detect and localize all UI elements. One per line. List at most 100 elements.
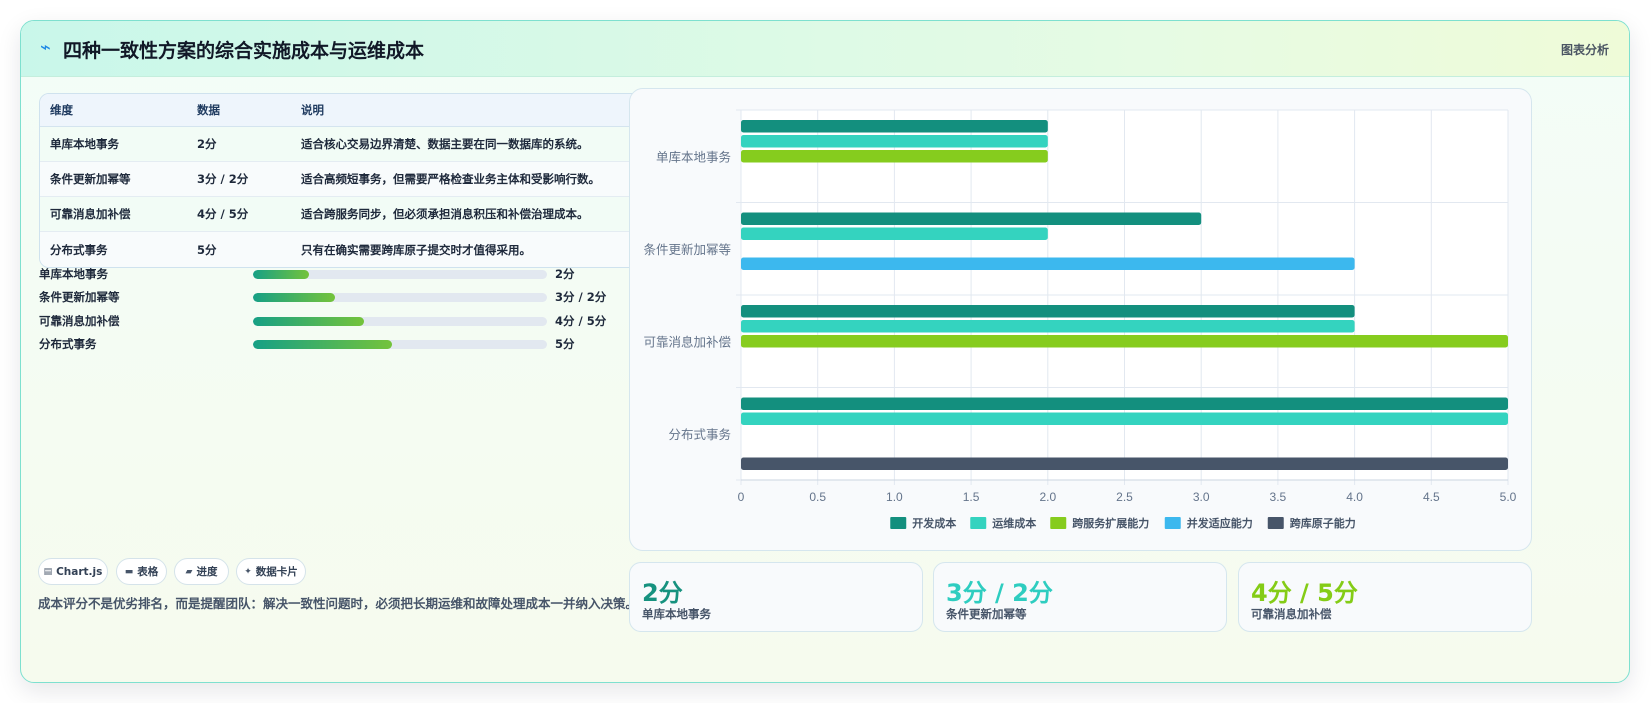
x-tick-label: 3.5 bbox=[1270, 490, 1287, 504]
x-tick-label: 0.5 bbox=[809, 490, 826, 504]
progress-fill bbox=[253, 340, 392, 349]
stat-value: 3分 / 2分 bbox=[946, 579, 1053, 607]
card-header: ⌁ 四种一致性方案的综合实施成本与运维成本 图表分析 bbox=[21, 21, 1629, 77]
table-row: 单库本地事务 2分 适合核心交易边界清楚、数据主要在同一数据库的系统。 bbox=[40, 127, 645, 162]
sparkle-icon: ✦ bbox=[244, 566, 252, 577]
legend-label: 并发适应能力 bbox=[1187, 516, 1253, 530]
bar-chart: 0 0.5 1.0 1.5 2.0 2.5 3.0 3.5 4.0 4.5 5.0 单库本地事务条件更… bbox=[643, 109, 1517, 530]
table-icon: ▬ bbox=[124, 566, 134, 577]
row-dimension: 条件更新加幂等 bbox=[50, 172, 131, 186]
row-description: 适合高频短事务，但需要严格检查业务主体和受影响行数。 bbox=[301, 172, 600, 186]
chip-chartjs[interactable]: ▤ Chart.js bbox=[38, 558, 108, 585]
chip-label: Chart.js bbox=[56, 565, 103, 578]
chart-analysis-link[interactable]: 图表分析 bbox=[1561, 41, 1609, 58]
lightning-icon: ⌁ bbox=[40, 37, 51, 58]
progress-value: 2分 bbox=[555, 267, 575, 281]
progress-value: 4分 / 5分 bbox=[555, 314, 607, 328]
progress-label: 单库本地事务 bbox=[39, 267, 108, 281]
category-label: 可靠消息加补偿 bbox=[643, 334, 731, 349]
progress-value: 5分 bbox=[555, 337, 575, 351]
progress-label: 条件更新加幂等 bbox=[39, 290, 120, 304]
legend-swatch bbox=[1267, 517, 1284, 529]
column-header: 数据 bbox=[197, 103, 220, 117]
chip-progress[interactable]: ▰ 进度 bbox=[174, 558, 229, 585]
x-tick-label: 1.5 bbox=[963, 490, 980, 504]
table-header: 维度 数据 说明 bbox=[40, 94, 645, 127]
category-label: 分布式事务 bbox=[668, 427, 731, 442]
category-label: 条件更新加幂等 bbox=[643, 242, 731, 257]
stat-label: 条件更新加幂等 bbox=[946, 607, 1027, 621]
row-description: 只有在确实需要跨库原子提交时才值得采用。 bbox=[301, 242, 531, 257]
bar bbox=[741, 335, 1508, 348]
progress-item: 条件更新加幂等 3分 / 2分 bbox=[39, 287, 646, 305]
x-tick-label: 4.0 bbox=[1346, 490, 1363, 504]
bar bbox=[741, 305, 1355, 318]
x-tick-label: 2.0 bbox=[1039, 490, 1056, 504]
x-tick-label: 0 bbox=[738, 490, 745, 504]
legend-swatch bbox=[1050, 517, 1067, 529]
bar bbox=[741, 412, 1508, 425]
stat-value: 4分 / 5分 bbox=[1251, 579, 1358, 607]
row-value: 2分 bbox=[197, 137, 217, 151]
row-description: 适合跨服务同步，但必须承担消息积压和补偿治理成本。 bbox=[301, 207, 589, 221]
bar bbox=[741, 120, 1048, 133]
footnote: 成本评分不是优劣排名，而是提醒团队：解决一致性问题时，必须把长期运维和故障处理成… bbox=[38, 596, 639, 611]
table-row: 条件更新加幂等 3分 / 2分 适合高频短事务，但需要严格检查业务主体和受影响行… bbox=[40, 162, 645, 197]
bar bbox=[741, 150, 1048, 163]
progress-value: 3分 / 2分 bbox=[555, 290, 607, 304]
legend-swatch bbox=[1164, 517, 1181, 529]
stat-label: 可靠消息加补偿 bbox=[1251, 607, 1332, 621]
row-dimension: 单库本地事务 bbox=[50, 137, 119, 151]
progress-fill bbox=[253, 270, 309, 279]
chip-table[interactable]: ▬ 表格 bbox=[116, 558, 167, 585]
stat-card: 4分 / 5分 可靠消息加补偿 bbox=[1238, 562, 1532, 632]
column-header: 说明 bbox=[301, 103, 324, 117]
bar bbox=[741, 257, 1355, 270]
progress-label: 分布式事务 bbox=[39, 337, 97, 351]
stat-value: 2分 bbox=[642, 579, 683, 607]
bar bbox=[741, 135, 1048, 148]
bar bbox=[741, 457, 1508, 470]
x-tick-label: 5.0 bbox=[1500, 490, 1517, 504]
bar bbox=[741, 212, 1202, 225]
row-dimension: 分布式事务 bbox=[50, 242, 108, 257]
legend-label: 开发成本 bbox=[912, 516, 956, 530]
chip-data-card[interactable]: ✦ 数据卡片 bbox=[236, 558, 306, 585]
progress-track bbox=[253, 317, 547, 326]
row-value: 4分 / 5分 bbox=[197, 207, 249, 221]
progress-item: 可靠消息加补偿 4分 / 5分 bbox=[39, 311, 646, 329]
chart-panel: 0 0.5 1.0 1.5 2.0 2.5 3.0 3.5 4.0 4.5 5.0 单库本地事务条件更… bbox=[629, 88, 1532, 551]
x-tick-label: 4.5 bbox=[1423, 490, 1440, 504]
progress-track bbox=[253, 340, 547, 349]
table-row: 可靠消息加补偿 4分 / 5分 适合跨服务同步，但必须承担消息积压和补偿治理成本… bbox=[40, 197, 645, 232]
progress-track bbox=[253, 270, 547, 279]
chip-label: 进度 bbox=[196, 566, 218, 578]
stat-card: 3分 / 2分 条件更新加幂等 bbox=[933, 562, 1227, 632]
bar bbox=[741, 397, 1508, 410]
chart-card: ⌁ 四种一致性方案的综合实施成本与运维成本 图表分析 维度 数据 说明 单库本地… bbox=[20, 20, 1630, 683]
row-value: 5分 bbox=[197, 242, 217, 257]
legend-label: 跨服务扩展能力 bbox=[1072, 516, 1149, 530]
bar bbox=[741, 227, 1048, 240]
row-description: 适合核心交易边界清楚、数据主要在同一数据库的系统。 bbox=[301, 137, 589, 151]
legend-label: 跨库原子能力 bbox=[1290, 516, 1356, 530]
table-row: 分布式事务 5分 只有在确实需要跨库原子提交时才值得采用。 bbox=[40, 232, 645, 267]
legend-swatch bbox=[970, 517, 987, 529]
progress-fill bbox=[253, 293, 336, 302]
chart-icon: ▤ bbox=[43, 566, 53, 577]
row-value: 3分 / 2分 bbox=[197, 172, 249, 186]
chip-label: 表格 bbox=[137, 566, 159, 578]
stat-card: 2分 单库本地事务 bbox=[629, 562, 923, 632]
bar bbox=[741, 320, 1355, 333]
progress-item: 分布式事务 5分 bbox=[39, 334, 646, 352]
column-header: 维度 bbox=[50, 103, 73, 117]
x-tick-label: 3.0 bbox=[1193, 490, 1210, 504]
progress-icon: ▰ bbox=[185, 566, 193, 577]
progress-label: 可靠消息加补偿 bbox=[39, 314, 120, 328]
x-tick-label: 1.0 bbox=[886, 490, 903, 504]
page-title: 四种一致性方案的综合实施成本与运维成本 bbox=[63, 40, 425, 62]
category-label: 单库本地事务 bbox=[656, 149, 731, 164]
progress-item: 单库本地事务 2分 bbox=[39, 264, 646, 282]
progress-fill bbox=[253, 317, 364, 326]
x-tick-label: 2.5 bbox=[1116, 490, 1133, 504]
